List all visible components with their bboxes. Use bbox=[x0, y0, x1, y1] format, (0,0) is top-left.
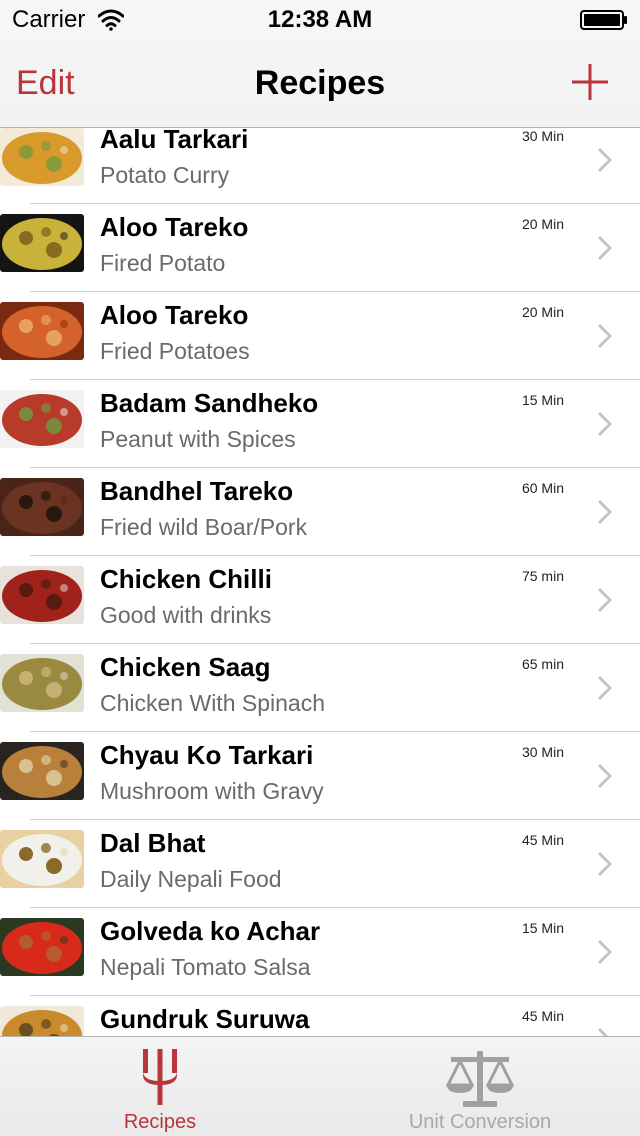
chevron-right-icon bbox=[598, 940, 612, 964]
recipe-row[interactable]: Dal Bhat Daily Nepali Food 45 Min bbox=[0, 820, 640, 908]
recipe-name: Aalu Tarkari bbox=[100, 128, 249, 154]
recipe-name: Bandhel Tareko bbox=[100, 476, 294, 506]
recipe-thumbnail bbox=[0, 742, 84, 800]
recipe-name: Aloo Tareko bbox=[100, 300, 249, 330]
fork-icon bbox=[143, 1049, 177, 1105]
chevron-right-icon bbox=[598, 412, 612, 436]
scale-icon bbox=[445, 1051, 515, 1107]
status-bar: Carrier 12:38 AM bbox=[0, 0, 640, 40]
recipe-thumbnail bbox=[0, 566, 84, 624]
recipe-row[interactable]: Aloo Tareko Fried Potatoes 20 Min bbox=[0, 292, 640, 380]
recipe-description: Fired Potato bbox=[100, 250, 226, 276]
tab-unit-conversion[interactable]: Unit Conversion bbox=[320, 1037, 640, 1136]
recipe-name: Chicken Chilli bbox=[100, 564, 272, 594]
chevron-right-icon bbox=[598, 676, 612, 700]
recipe-row[interactable]: Badam Sandheko Peanut with Spices 15 Min bbox=[0, 380, 640, 468]
recipe-row[interactable]: Golveda ko Achar Nepali Tomato Salsa 15 Mi… bbox=[0, 908, 640, 996]
recipe-thumbnail bbox=[0, 390, 84, 448]
recipe-list[interactable]: Aalu Tarkari Potato Curry 30 Min Aloo Tarek… bbox=[0, 128, 640, 1036]
recipe-description: Fried wild Boar/Pork bbox=[100, 514, 308, 540]
chevron-right-icon bbox=[598, 588, 612, 612]
recipe-description: Fried Potatoes bbox=[100, 338, 250, 364]
recipe-row[interactable]: Gundruk Suruwa 45 Min bbox=[0, 996, 640, 1036]
recipe-time: 75 min bbox=[521, 568, 564, 584]
recipe-name: Chicken Saag bbox=[100, 652, 271, 682]
recipe-thumbnail bbox=[0, 128, 84, 186]
recipe-row[interactable]: Aloo Tareko Fired Potato 20 Min bbox=[0, 204, 640, 292]
top-chrome: Carrier 12:38 AM Edit Recipes bbox=[0, 0, 640, 128]
add-recipe-button[interactable] bbox=[570, 62, 610, 102]
recipe-name: Dal Bhat bbox=[100, 828, 206, 858]
tab-bar: Recipes Unit Conversion bbox=[0, 1036, 640, 1136]
recipe-description: Peanut with Spices bbox=[100, 426, 296, 452]
recipe-thumbnail bbox=[0, 214, 84, 272]
chevron-right-icon bbox=[598, 852, 612, 876]
chevron-right-icon bbox=[598, 764, 612, 788]
tab-recipes-label: Recipes bbox=[123, 1111, 197, 1133]
recipe-thumbnail bbox=[0, 478, 84, 536]
recipe-description: Daily Nepali Food bbox=[100, 866, 282, 892]
recipe-time: 30 Min bbox=[521, 128, 564, 144]
chevron-right-icon bbox=[598, 1028, 609, 1036]
recipe-time: 45 Min bbox=[521, 832, 564, 848]
recipe-thumbnail bbox=[0, 654, 84, 712]
recipe-time: 20 Min bbox=[521, 304, 564, 320]
recipe-name: Gundruk Suruwa bbox=[100, 1004, 310, 1034]
battery-icon bbox=[580, 10, 627, 30]
recipe-time: 60 Min bbox=[521, 480, 564, 496]
recipe-description: Mushroom with Gravy bbox=[100, 778, 324, 804]
recipe-row[interactable]: Aalu Tarkari Potato Curry 30 Min bbox=[0, 128, 640, 204]
recipe-time: 45 Min bbox=[521, 1008, 564, 1024]
recipe-time: 15 Min bbox=[521, 920, 564, 936]
status-time: 12:38 AM bbox=[267, 6, 373, 33]
recipe-name: Badam Sandheko bbox=[100, 388, 319, 418]
chevron-right-icon bbox=[598, 236, 612, 260]
recipe-row[interactable]: Chyau Ko Tarkari Mushroom with Gravy 30 Mi… bbox=[0, 732, 640, 820]
chevron-right-icon bbox=[598, 500, 612, 524]
recipe-thumbnail bbox=[0, 830, 84, 888]
recipe-description: Good with drinks bbox=[100, 602, 272, 628]
chevron-right-icon bbox=[598, 148, 612, 172]
recipe-description: Chicken With Spinach bbox=[100, 690, 325, 716]
navigation-bar: Edit Recipes bbox=[0, 40, 640, 128]
recipe-name: Aloo Tareko bbox=[100, 212, 249, 242]
recipe-thumbnail bbox=[0, 918, 84, 976]
recipe-row[interactable]: Chicken Saag Chicken With Spinach 65 min bbox=[0, 644, 640, 732]
tab-recipes[interactable]: Recipes bbox=[0, 1037, 320, 1136]
page-title: Recipes bbox=[254, 64, 386, 102]
recipe-time: 30 Min bbox=[521, 744, 564, 760]
recipe-thumbnail bbox=[0, 302, 84, 360]
recipe-name: Chyau Ko Tarkari bbox=[100, 740, 314, 770]
recipe-row[interactable]: Chicken Chilli Good with drinks 75 min bbox=[0, 556, 640, 644]
edit-button[interactable]: Edit bbox=[16, 64, 75, 103]
chevron-right-icon bbox=[598, 324, 612, 348]
plus-icon bbox=[572, 64, 608, 100]
recipe-time: 65 min bbox=[521, 656, 564, 672]
recipe-description: Potato Curry bbox=[100, 162, 230, 188]
tab-unit-conversion-label: Unit Conversion bbox=[408, 1111, 552, 1133]
recipe-time: 20 Min bbox=[521, 216, 564, 232]
recipe-thumbnail bbox=[0, 1006, 84, 1036]
recipe-description: Nepali Tomato Salsa bbox=[100, 954, 311, 980]
recipe-row[interactable]: Bandhel Tareko Fried wild Boar/Pork 60 Min bbox=[0, 468, 640, 556]
recipe-time: 15 Min bbox=[521, 392, 564, 408]
recipe-name: Golveda ko Achar bbox=[100, 916, 321, 946]
